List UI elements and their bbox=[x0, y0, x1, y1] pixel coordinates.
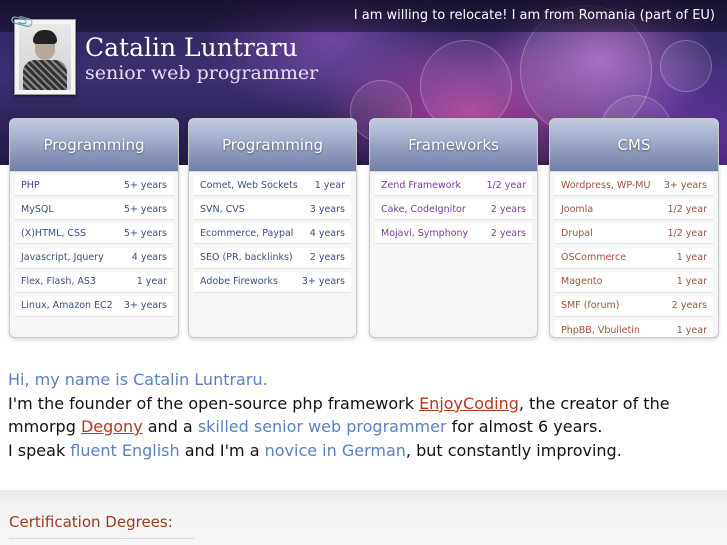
intro-text-segment: and I'm a bbox=[179, 440, 265, 460]
skill-name: SMF (forum) bbox=[561, 300, 620, 312]
list-item: SVN, CVS 3 years bbox=[194, 199, 351, 221]
skill-name: Cake, CodeIgnitor bbox=[381, 203, 466, 215]
list-item: Zend Framework 1/2 year bbox=[375, 175, 532, 196]
list-item: Adobe Fireworks 3+ years bbox=[194, 271, 351, 293]
list-item: PHP 5+ years bbox=[15, 175, 173, 196]
skill-years: 1 year bbox=[676, 276, 707, 288]
skilled-highlight: skilled senior web programmer bbox=[197, 417, 447, 436]
list-item: MySQL 5+ years bbox=[15, 199, 173, 221]
page-title: Catalin Luntraru bbox=[85, 33, 298, 62]
relocate-notice: I am willing to relocate! I am from Roma… bbox=[353, 8, 715, 23]
skill-years: 4 years bbox=[309, 227, 345, 239]
list-item: PhpBB, Vbulletin 1 year bbox=[555, 320, 713, 337]
skill-years: 5+ years bbox=[123, 227, 167, 239]
english-highlight: fluent English bbox=[70, 440, 180, 460]
list-item: SMF (forum) 2 years bbox=[555, 295, 713, 317]
skill-name: PhpBB, Vbulletin bbox=[561, 324, 640, 336]
skill-name: Comet, Web Sockets bbox=[200, 179, 298, 191]
list-item: Cake, CodeIgnitor 2 years bbox=[375, 199, 532, 221]
panel-header: Programming bbox=[10, 119, 178, 172]
skill-years: 5+ years bbox=[123, 179, 167, 191]
list-item: OSCommerce 1 year bbox=[555, 247, 713, 269]
avatar bbox=[19, 24, 71, 90]
skill-name: Flex, Flash, AS3 bbox=[21, 276, 96, 288]
skill-years: 1/2 year bbox=[667, 227, 707, 239]
list-item: Magento 1 year bbox=[555, 271, 713, 293]
skill-years: 1 year bbox=[676, 252, 707, 264]
skills-panel-programming: Programming PHP 5+ years MySQL 5+ years (X… bbox=[9, 118, 179, 338]
panel-header: CMS bbox=[550, 119, 718, 172]
skill-name: Magento bbox=[561, 276, 603, 288]
panel-title: Programming bbox=[43, 136, 145, 154]
intro-text-segment: I speak bbox=[8, 440, 71, 460]
skill-years: 3+ years bbox=[301, 276, 345, 288]
panel-title: Frameworks bbox=[408, 136, 499, 154]
skill-name: (X)HTML, CSS bbox=[21, 227, 87, 239]
skill-years: 1 year bbox=[676, 324, 707, 336]
intro-text: Hi, my name is Catalin Luntraru. I'm the… bbox=[8, 368, 723, 462]
skill-name: Joomla bbox=[561, 203, 594, 215]
panel-header: Frameworks bbox=[370, 119, 537, 172]
skill-name: Ecommerce, Paypal bbox=[200, 227, 294, 239]
skill-name: Zend Framework bbox=[381, 179, 462, 191]
page-subtitle: senior web programmer bbox=[85, 62, 319, 84]
skill-years: 1 year bbox=[314, 179, 345, 191]
skill-years: 5+ years bbox=[123, 203, 167, 215]
panel-title: CMS bbox=[617, 136, 651, 154]
skill-years: 4 years bbox=[131, 252, 167, 264]
list-item: SEO (PR, backlinks) 2 years bbox=[194, 247, 351, 269]
skill-name: Adobe Fireworks bbox=[200, 276, 278, 288]
list-item: Linux, Amazon EC2 3+ years bbox=[15, 295, 173, 317]
certifications-title: Certification Degrees: bbox=[9, 513, 173, 531]
skill-name: Linux, Amazon EC2 bbox=[21, 300, 113, 312]
intro-text-segment: , but constantly improving. bbox=[405, 440, 622, 460]
enjoycoding-link[interactable]: EnjoyCoding bbox=[419, 394, 519, 413]
list-item: (X)HTML, CSS 5+ years bbox=[15, 223, 173, 245]
skill-years: 1 year bbox=[136, 276, 167, 288]
degony-link[interactable]: Degony bbox=[81, 417, 143, 436]
top-bar: I am willing to relocate! I am from Roma… bbox=[0, 0, 727, 32]
intro-text-segment: and a bbox=[142, 417, 198, 436]
list-item: Drupal 1/2 year bbox=[555, 223, 713, 245]
panel-header: Programming bbox=[189, 119, 356, 172]
list-item: Comet, Web Sockets 1 year bbox=[194, 175, 351, 196]
list-item: Mojavi, Symphony 2 years bbox=[375, 223, 532, 245]
intro-greeting: Hi, my name is Catalin Luntraru. bbox=[8, 370, 268, 389]
skill-name: OSCommerce bbox=[561, 252, 627, 264]
list-item: Joomla 1/2 year bbox=[555, 199, 713, 221]
decor-bubble bbox=[660, 40, 712, 92]
german-highlight: novice in German bbox=[264, 440, 406, 460]
skill-years: 1/2 year bbox=[486, 179, 526, 191]
skill-name: Mojavi, Symphony bbox=[381, 227, 469, 239]
skill-years: 2 years bbox=[309, 252, 345, 264]
skills-panel-cms: CMS Wordpress, WP-MU 3+ years Joomla 1/2 y… bbox=[549, 118, 719, 338]
panel-title: Programming bbox=[221, 136, 324, 154]
intro-line-languages: I speak fluent English and I'm a novice … bbox=[8, 439, 723, 463]
skill-name: SVN, CVS bbox=[200, 203, 245, 215]
skill-years: 3 years bbox=[309, 203, 345, 215]
skill-name: Drupal bbox=[561, 227, 593, 239]
intro-text-segment: I'm the founder of the open-source php f… bbox=[8, 393, 420, 413]
skill-name: Wordpress, WP-MU bbox=[561, 179, 651, 191]
intro-text-segment: for almost 6 years. bbox=[446, 417, 603, 436]
list-item: Javascript, Jquery 4 years bbox=[15, 247, 173, 269]
skill-name: Javascript, Jquery bbox=[21, 252, 104, 264]
list-item: Wordpress, WP-MU 3+ years bbox=[555, 175, 713, 196]
skill-name: MySQL bbox=[21, 203, 54, 215]
skill-name: PHP bbox=[21, 179, 40, 191]
list-item: Ecommerce, Paypal 4 years bbox=[194, 223, 351, 245]
skill-years: 2 years bbox=[671, 300, 707, 312]
skills-panel-programming-2: Programming Comet, Web Sockets 1 year SVN… bbox=[188, 118, 357, 338]
skill-years: 1/2 year bbox=[667, 203, 707, 215]
skill-years: 3+ years bbox=[123, 300, 167, 312]
list-item: Flex, Flash, AS3 1 year bbox=[15, 271, 173, 293]
skill-years: 2 years bbox=[490, 203, 526, 215]
intro-line-founder: I'm the founder of the open-source php f… bbox=[8, 392, 723, 439]
skill-years: 2 years bbox=[490, 227, 526, 239]
skill-years: 3+ years bbox=[663, 179, 707, 191]
divider bbox=[9, 538, 194, 539]
skill-name: SEO (PR, backlinks) bbox=[200, 252, 293, 264]
skills-panel-frameworks: Frameworks Zend Framework 1/2 year Cake, … bbox=[369, 118, 538, 338]
